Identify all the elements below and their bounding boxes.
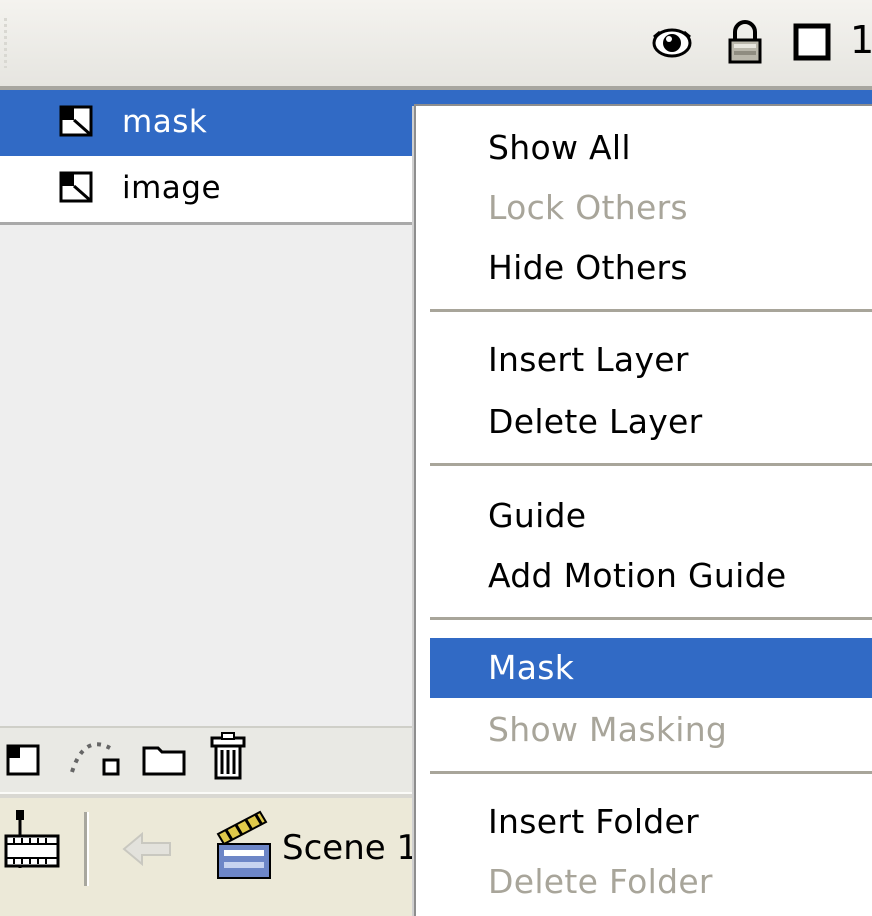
insert-layer-icon[interactable] — [4, 740, 44, 784]
menu-item-guide[interactable]: Guide — [430, 486, 872, 546]
clapperboard-icon — [212, 806, 274, 884]
menu-item-mask[interactable]: Mask — [430, 638, 872, 698]
frame-number: 1 — [850, 18, 872, 62]
lock-icon[interactable] — [725, 20, 765, 68]
layer-name: image — [122, 170, 222, 206]
menu-separator — [430, 463, 872, 468]
eye-icon[interactable] — [650, 24, 694, 66]
menu-separator — [430, 617, 872, 622]
menu-separator — [430, 309, 872, 314]
menu-item-show-masking: Show Masking — [488, 710, 728, 749]
menu-item-insert-layer[interactable]: Insert Layer — [430, 330, 872, 390]
timeline-edit-icon[interactable] — [2, 808, 66, 882]
outline-square-icon[interactable] — [792, 22, 832, 68]
insert-folder-icon[interactable] — [140, 740, 188, 782]
menu-item-hide-others[interactable]: Hide Others — [430, 238, 872, 298]
scene-label[interactable]: Scene 1 — [282, 828, 418, 868]
divider — [84, 812, 89, 886]
timeline-header: 1 — [0, 0, 872, 90]
menu-item-lock-others: Lock Others — [488, 188, 688, 227]
layer-icon — [58, 170, 96, 208]
panel-grip[interactable] — [4, 18, 7, 68]
context-menu: Show All Lock Others Hide Others Insert … — [414, 104, 872, 916]
menu-item-insert-folder[interactable]: Insert Folder — [430, 792, 872, 852]
menu-item-show-all[interactable]: Show All — [430, 118, 872, 178]
menu-item-delete-folder: Delete Folder — [488, 862, 713, 901]
layer-name: mask — [122, 104, 208, 140]
menu-item-delete-layer[interactable]: Delete Layer — [430, 392, 872, 452]
menu-separator — [430, 771, 872, 776]
back-arrow-icon[interactable] — [122, 831, 174, 870]
menu-item-add-motion-guide[interactable]: Add Motion Guide — [430, 546, 872, 606]
delete-layer-icon[interactable] — [208, 732, 248, 786]
layer-icon — [58, 104, 96, 142]
add-motion-guide-icon[interactable] — [66, 734, 126, 784]
